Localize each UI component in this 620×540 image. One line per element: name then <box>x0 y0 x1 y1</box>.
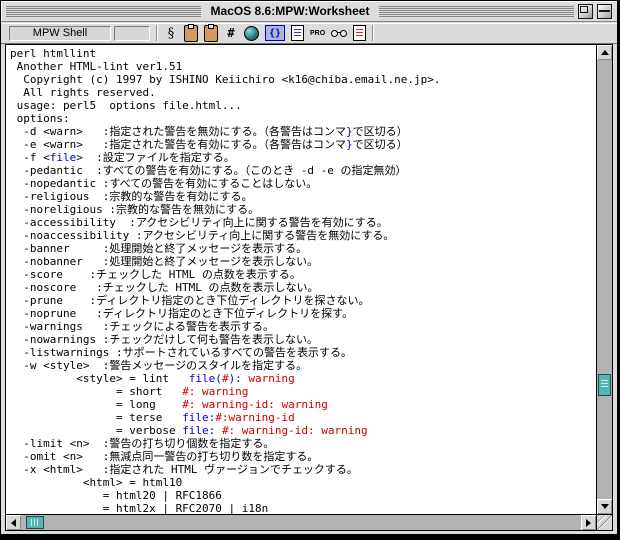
copy-icon[interactable] <box>184 23 198 42</box>
vertical-scroll-thumb[interactable] <box>598 374 611 396</box>
scroll-down-arrow[interactable] <box>597 499 612 514</box>
worksheet-frame: perl htmllint Another HTML-lint ver1.51 … <box>5 44 613 531</box>
output-line: -nobanner :処理開始と終了メッセージを表示しない。 <box>10 255 319 268</box>
output-line: -f <file> :設定ファイルを指定する。 <box>10 151 235 164</box>
output-line: -limit <n> :警告の打ち切り個数を指定する。 <box>10 437 275 450</box>
braces-icon[interactable]: {} <box>265 25 285 41</box>
marked-document-icon[interactable] <box>353 25 367 41</box>
output-line: -w <style> :警告メッセージのスタイルを指定する。 <box>10 359 308 372</box>
toolbar-divider <box>372 25 375 41</box>
vertical-scrollbar[interactable] <box>596 45 612 514</box>
zoom-box-button[interactable] <box>578 3 593 19</box>
toolbar-icons: § # {} PRO <box>164 23 367 42</box>
output-line: -religious :宗教的な警告を有効にする。 <box>10 190 253 203</box>
output-line: -noaccessibility :アクセシビリティ向上に関する警告を無効にする… <box>10 229 395 242</box>
output-line: -omit <n> :無減点同一警告の打ち切り数を指定する。 <box>10 450 319 463</box>
titlebar-stripes-right <box>379 5 574 17</box>
output-line: -noreligious :宗教的な警告を無効にする。 <box>10 203 260 216</box>
horizontal-scrollbar[interactable] <box>6 514 596 530</box>
toolbar: MPW Shell § # {} PRO <box>1 23 617 44</box>
output-line: -pedantic :すべての警告を有効にする。（このとき -d -e の指定無… <box>10 164 407 177</box>
target-selector[interactable]: MPW Shell <box>9 25 111 41</box>
target-label: MPW Shell <box>32 27 88 39</box>
output-line: All rights reserved. <box>10 86 156 99</box>
hash-icon[interactable]: # <box>224 25 238 41</box>
mpw-worksheet-window: MacOS 8.6:MPW:Worksheet MPW Shell § # {} PR… <box>0 0 620 540</box>
toolbar-secondary-box[interactable] <box>114 25 150 41</box>
output-line: -noscore :チェックした HTML の点数を表示しない。 <box>10 281 319 294</box>
document-icon[interactable] <box>291 25 304 41</box>
output-line: -e <warn> :指定された警告を有効にする。（各警告はコンマ}で区切る） <box>10 138 408 151</box>
output-line: perl htmllint <box>10 47 97 60</box>
output-line: -score :チェックした HTML の点数を表示する。 <box>10 268 301 281</box>
scroll-up-arrow[interactable] <box>597 45 612 60</box>
paste-icon[interactable] <box>204 23 218 42</box>
collapse-box-button[interactable] <box>597 3 612 19</box>
output-line: Another HTML-lint ver1.51 <box>10 60 183 73</box>
output-line: = terse file:#:warning-id <box>10 411 295 424</box>
glasses-icon[interactable] <box>331 29 348 37</box>
output-line: -prune :ディレクトリ指定のとき下位ディレクトリを探さない。 <box>10 294 370 307</box>
scroll-right-arrow[interactable] <box>581 515 596 530</box>
output-line: -banner :処理開始と終了メッセージを表示する。 <box>10 242 308 255</box>
output-line: = short #: warning <box>10 385 249 398</box>
output-line: -accessibility :アクセシビリティ向上に関する警告を有効にする。 <box>10 216 388 229</box>
output-line: -x <html> :指定された HTML ヴァージョンでチェックする。 <box>10 463 358 476</box>
output-line: = long #: warning-id: warning <box>10 398 328 411</box>
output-text[interactable]: perl htmllint Another HTML-lint ver1.51 … <box>6 45 596 514</box>
globe-icon[interactable] <box>244 25 259 41</box>
title-bar[interactable]: MacOS 8.6:MPW:Worksheet <box>1 1 617 22</box>
section-icon[interactable]: § <box>164 25 178 41</box>
up-arrow-icon <box>600 50 609 55</box>
down-arrow-icon <box>600 504 609 509</box>
titlebar-stripes-left <box>6 5 201 17</box>
output-line: usage: perl5 options file.html... <box>10 99 242 112</box>
output-line: -listwarnings :サポートされているすべての警告を表示する。 <box>10 346 353 359</box>
left-arrow-icon <box>11 518 16 527</box>
output-line: -nopedantic :すべての警告を有効にすることはしない。 <box>10 177 318 190</box>
resize-grip[interactable] <box>596 514 612 530</box>
pro-icon[interactable]: PRO <box>310 25 325 41</box>
output-line: -warnings :チェックによる警告を表示する。 <box>10 320 275 333</box>
output-line: -nowarnings :チェックだけして何も警告を表示しない。 <box>10 333 319 346</box>
output-line: Copyright (c) 1997 by ISHINO Keiichiro <… <box>10 73 441 86</box>
output-line: <style> = lint file(#): warning <box>10 372 295 385</box>
right-arrow-icon <box>586 518 591 527</box>
scroll-left-arrow[interactable] <box>6 515 21 530</box>
output-line: <html> = html10 <box>10 476 183 489</box>
toolbar-divider <box>156 25 158 41</box>
output-line: options: <box>10 112 70 125</box>
output-line: = html20 | RFC1866 <box>10 489 222 502</box>
output-line: -d <warn> :指定された警告を無効にする。（各警告はコンマ}で区切る） <box>10 125 408 138</box>
output-line: = verbose file: #: warning-id: warning <box>10 424 368 437</box>
window-title: MacOS 8.6:MPW:Worksheet <box>210 4 370 18</box>
output-line: = html2x | RFC2070 | i18n <box>10 502 269 514</box>
output-line: -noprune :ディレクトリ指定のとき下位ディレクトリを探す。 <box>10 307 354 320</box>
horizontal-scroll-thumb[interactable] <box>26 516 44 529</box>
